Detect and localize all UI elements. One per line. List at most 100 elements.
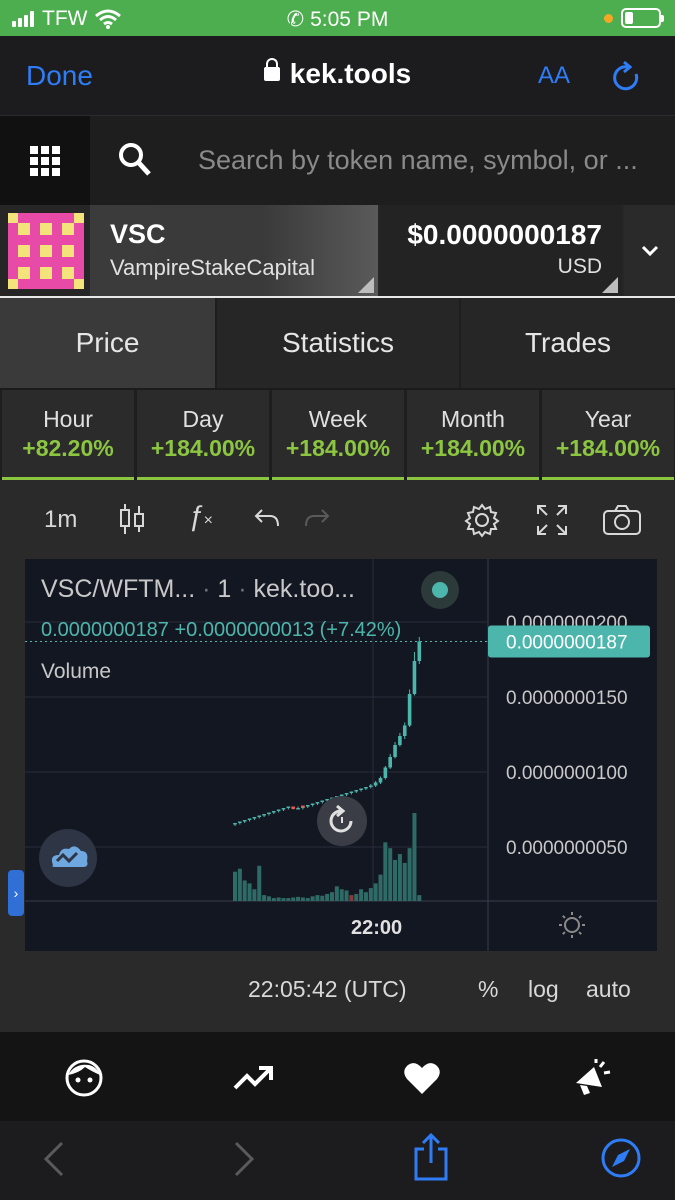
candle-body (388, 757, 392, 768)
chart-svg[interactable]: 0.00000002000.00000001500.00000001000.00… (25, 559, 657, 951)
candle-body (276, 809, 281, 811)
chart-bottom-bar: 22:05:42 (UTC) % log auto (0, 970, 675, 1010)
share-icon[interactable] (412, 1133, 450, 1181)
indicators-icon[interactable]: ƒ× (188, 500, 213, 532)
volume-bar (393, 859, 398, 901)
side-panel-toggle[interactable]: › (8, 870, 24, 916)
period-month[interactable]: Month +184.00% (407, 390, 539, 480)
candle-body (247, 818, 252, 820)
marketing-icon (576, 1059, 611, 1095)
gear-icon[interactable] (464, 502, 500, 538)
token-selector[interactable]: VSC VampireStakeCapital (90, 205, 378, 297)
tab-price[interactable]: Price (0, 298, 215, 388)
chevron-down-icon (641, 245, 658, 257)
text-size-button[interactable]: AA (538, 62, 570, 90)
nav-trending-button[interactable] (231, 1056, 275, 1100)
tradingview-logo-icon[interactable] (39, 829, 97, 887)
chart-toolbar: 1m ƒ× (24, 494, 658, 554)
chart-legend-values: 0.0000000187 +0.0000000013 (+7.42%) (41, 619, 401, 642)
volume-bar (378, 874, 383, 901)
camera-icon[interactable] (602, 504, 642, 536)
period-change: +184.00% (285, 435, 391, 461)
volume-bar (344, 890, 349, 901)
apps-grid-button[interactable] (0, 116, 90, 205)
volume-bar (417, 895, 422, 901)
volume-bar (262, 895, 267, 901)
candle-body (310, 803, 315, 805)
volume-bar (368, 888, 373, 901)
last-price-tag-label: 0.0000000187 (506, 633, 628, 654)
volume-bar (286, 898, 291, 901)
period-change: +184.00% (555, 435, 661, 461)
volume-bar (407, 848, 412, 901)
corner-arrow-icon (602, 277, 618, 293)
volume-bar (233, 871, 237, 901)
volume-bar (349, 895, 354, 901)
reset-chart-button[interactable] (317, 796, 367, 846)
last-price: 0.0000000187 (41, 619, 169, 641)
volume-bar (300, 897, 305, 901)
volume-bar (402, 862, 407, 901)
volume-bar (257, 865, 262, 901)
candle-body (344, 793, 349, 795)
undo-icon[interactable] (254, 508, 280, 528)
period-hour[interactable]: Hour +82.20% (2, 390, 134, 480)
volume-bar (281, 898, 286, 901)
tab-trades[interactable]: Trades (461, 298, 675, 388)
expand-button[interactable] (624, 205, 675, 297)
volume-bar (363, 892, 368, 901)
price-axis-label: 0.0000000100 (506, 763, 628, 784)
token-symbol: VSC (110, 219, 166, 249)
price-chart[interactable]: 0.0000000200 0.0000000150 0.0000000100 0.00… (25, 559, 657, 951)
candle-body (383, 767, 388, 778)
heart-icon (404, 1063, 440, 1094)
volume-bar (320, 895, 325, 901)
price-axis-label: 0.0000000050 (506, 838, 628, 859)
nav-face-button[interactable] (62, 1056, 106, 1100)
candles-icon[interactable] (118, 502, 146, 536)
interval-button[interactable]: 1m (44, 506, 77, 534)
candle-body (359, 788, 363, 790)
percent-scale-toggle[interactable]: % (478, 976, 498, 1003)
volume-bar (296, 896, 301, 901)
battery-icon (621, 8, 664, 28)
volume-bar (359, 889, 364, 901)
volume-bar (237, 868, 242, 901)
url-bar[interactable]: kek.tools (0, 58, 675, 90)
url-text: kek.tools (289, 58, 412, 89)
token-avatar (8, 213, 84, 289)
volume-bar (373, 883, 378, 901)
browser-toolbar (0, 1121, 675, 1200)
volume-bar (339, 889, 344, 901)
theme-toggle-icon[interactable] (559, 912, 585, 938)
redo-icon[interactable] (304, 508, 330, 528)
compass-icon[interactable] (600, 1137, 642, 1179)
pair-label: VSC/WFTM... (41, 575, 196, 603)
nav-promote-button[interactable] (570, 1056, 614, 1100)
utc-clock[interactable]: 22:05:42 (UTC) (248, 976, 407, 1003)
period-changes: Hour +82.20% Day +184.00% Week +184.00% … (0, 390, 675, 480)
period-week[interactable]: Week +184.00% (272, 390, 404, 480)
candle-body (417, 641, 422, 661)
period-day[interactable]: Day +184.00% (137, 390, 269, 480)
search-input[interactable]: Search by token name, symbol, or ... (198, 145, 658, 176)
volume-bar (291, 897, 296, 901)
candle-body-down (301, 805, 305, 808)
tab-statistics[interactable]: Statistics (217, 298, 459, 388)
candle-body (242, 820, 247, 822)
price-selector[interactable]: $0.0000000187 USD (380, 205, 622, 297)
log-scale-toggle[interactable]: log (528, 976, 559, 1003)
period-year[interactable]: Year +184.00% (542, 390, 674, 480)
period-label: Week (308, 406, 368, 432)
nav-favorites-button[interactable] (400, 1056, 444, 1100)
period-label: Month (441, 406, 505, 432)
status-right (604, 8, 664, 28)
price-currency: USD (557, 255, 602, 278)
fullscreen-icon[interactable] (536, 504, 568, 536)
auto-scale-toggle[interactable]: auto (586, 976, 631, 1003)
chart-legend-symbol: VSC/WFTM... · 1 · kek.too... (41, 575, 355, 603)
reload-icon[interactable] (610, 60, 642, 94)
forward-icon[interactable] (232, 1139, 258, 1179)
back-icon[interactable] (40, 1139, 66, 1179)
price-axis-label: 0.0000000150 (506, 688, 628, 709)
